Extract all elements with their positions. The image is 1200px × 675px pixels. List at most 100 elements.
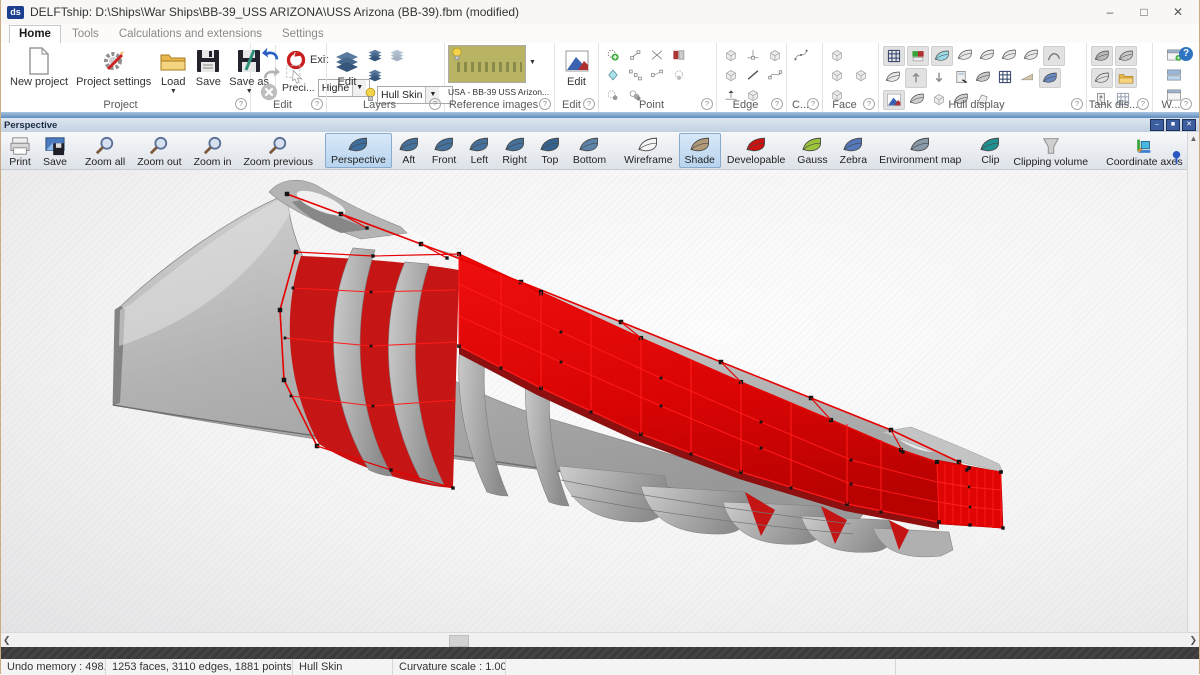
zoom-in-button[interactable]: Zoom in [188, 133, 238, 168]
zoom-out-button[interactable]: Zoom out [131, 133, 187, 168]
tank-outline-toggle[interactable] [1091, 68, 1113, 88]
invert-face-button[interactable] [827, 66, 847, 84]
zoom-all-button[interactable]: Zoom all [79, 133, 131, 168]
help-icon[interactable]: ? [1137, 98, 1149, 110]
project-settings-button[interactable]: Project settings [72, 45, 155, 89]
show-flowlines-toggle[interactable] [973, 68, 993, 86]
tab-calculations[interactable]: Calculations and extensions [110, 26, 271, 43]
edge-curve-button[interactable] [765, 66, 785, 84]
tank-shade-toggle[interactable] [1091, 46, 1113, 66]
show-normals-toggle[interactable] [907, 46, 929, 66]
show-stations-toggle[interactable] [931, 46, 953, 66]
select-cursor-button[interactable] [284, 64, 318, 83]
zoom-previous-button[interactable]: Zoom previous [238, 133, 319, 168]
zebra-mode-button[interactable]: Zebra [834, 133, 873, 168]
view-aft-button[interactable]: Aft [392, 133, 426, 168]
image-edit-button[interactable]: Edit [558, 45, 595, 89]
wireframe-mode-button[interactable]: Wireframe [618, 133, 678, 168]
minimize-button[interactable]: – [1093, 1, 1127, 23]
help-icon[interactable]: ? [863, 98, 875, 110]
show-buttocks-toggle[interactable] [955, 46, 975, 64]
viewport-maximize-button[interactable]: ■ [1166, 119, 1180, 131]
pin-icon[interactable] [1170, 150, 1183, 165]
curvature-scale-down-button[interactable] [929, 68, 949, 86]
close-button[interactable]: ✕ [1161, 1, 1195, 23]
undo-button[interactable] [260, 45, 284, 64]
split-edge-button[interactable] [743, 46, 763, 64]
help-icon[interactable]: ? [771, 98, 783, 110]
scroll-left-icon[interactable]: ❮ [3, 633, 11, 647]
maximize-button[interactable]: □ [1127, 1, 1161, 23]
new-face-button[interactable] [827, 46, 847, 64]
viewport-minimize-button[interactable]: – [1150, 119, 1164, 131]
help-icon[interactable]: ? [1071, 98, 1083, 110]
calculator-button[interactable] [951, 68, 971, 86]
print-button[interactable]: Print [3, 133, 37, 168]
insert-edge-button[interactable] [721, 66, 741, 84]
show-interior-edges-toggle[interactable] [1039, 68, 1061, 88]
scroll-up-icon[interactable]: ▲ [1190, 132, 1198, 143]
load-button[interactable]: Load▼ [155, 45, 191, 97]
view-front-button[interactable]: Front [426, 133, 463, 168]
layers-edit-button[interactable]: Edit [330, 45, 364, 89]
gauss-mode-button[interactable]: Gauss [791, 133, 833, 168]
new-project-button[interactable]: New project [6, 45, 72, 89]
viewport-close-button[interactable]: ✕ [1182, 119, 1196, 131]
help-icon[interactable]: ? [311, 98, 323, 110]
help-icon[interactable]: ? [235, 98, 247, 110]
save-view-button[interactable]: Save [37, 133, 73, 168]
view-bottom-button[interactable]: Bottom [567, 133, 612, 168]
collapse-point-button[interactable] [669, 46, 689, 64]
3d-viewport-canvas[interactable] [1, 170, 1187, 632]
tank-edit-button[interactable] [1115, 46, 1137, 66]
delete-layer-button[interactable] [387, 46, 407, 64]
curve-tool-button[interactable] [791, 46, 811, 64]
view-perspective-button[interactable]: Perspective [325, 133, 392, 168]
add-point-button[interactable] [603, 46, 623, 64]
environment-map-button[interactable]: Environment map [873, 133, 967, 168]
intersect-point-button[interactable] [647, 46, 667, 64]
shade-mode-button[interactable]: Shade [679, 133, 721, 168]
save-button[interactable]: Save [191, 45, 225, 89]
vertical-scrollbar[interactable]: ▲ [1187, 132, 1199, 632]
horizontal-scroll-thumb[interactable] [449, 635, 469, 647]
tile-windows-button[interactable] [1164, 66, 1184, 84]
rename-layer-button[interactable] [365, 66, 385, 84]
align-points-button[interactable] [625, 66, 645, 84]
show-sternwedge-toggle[interactable] [1017, 68, 1037, 86]
curvature-scale-up-button[interactable] [905, 68, 927, 88]
collapse-edge-button[interactable] [765, 46, 785, 64]
scroll-right-icon[interactable]: ❯ [1189, 633, 1197, 647]
lock-points-button[interactable] [669, 66, 689, 84]
reference-image-caret[interactable]: ▼ [529, 59, 536, 66]
show-curvature-toggle[interactable] [1043, 46, 1065, 66]
tab-settings[interactable]: Settings [273, 26, 333, 43]
show-waterlines-toggle[interactable] [977, 46, 997, 64]
crease-edge-button[interactable] [743, 66, 763, 84]
show-control-net-toggle[interactable] [883, 46, 905, 66]
tab-home[interactable]: Home [9, 25, 61, 43]
view-top-button[interactable]: Top [533, 133, 567, 168]
help-icon[interactable]: ? [701, 98, 713, 110]
view-right-button[interactable]: Right [496, 133, 533, 168]
tank-folder-button[interactable] [1115, 68, 1137, 88]
show-diagonals-toggle[interactable] [999, 46, 1019, 64]
view-left-button[interactable]: Left [462, 133, 496, 168]
developable-mode-button[interactable]: Developable [721, 133, 791, 168]
mirror-face-button[interactable] [851, 66, 871, 84]
tab-tools[interactable]: Tools [63, 26, 108, 43]
help-icon[interactable]: ? [429, 98, 441, 110]
project-points-button[interactable] [647, 66, 667, 84]
extrude-edge-button[interactable] [721, 46, 741, 64]
clipping-volume-button[interactable]: Clipping volume [1007, 133, 1094, 168]
clip-button[interactable]: Clip [973, 133, 1007, 168]
add-layer-button[interactable] [365, 46, 385, 64]
insert-plane-button[interactable] [603, 66, 623, 84]
show-hydro-features-toggle[interactable] [1021, 46, 1041, 64]
ribbon-help-icon[interactable]: ? [1179, 47, 1193, 61]
load-dropdown-caret[interactable]: ▼ [170, 88, 177, 96]
horizontal-scrollbar[interactable]: ❮ ❯ [1, 632, 1199, 647]
split-point-button[interactable] [625, 46, 645, 64]
help-icon[interactable]: ? [539, 98, 551, 110]
show-markers-toggle[interactable] [883, 68, 903, 86]
